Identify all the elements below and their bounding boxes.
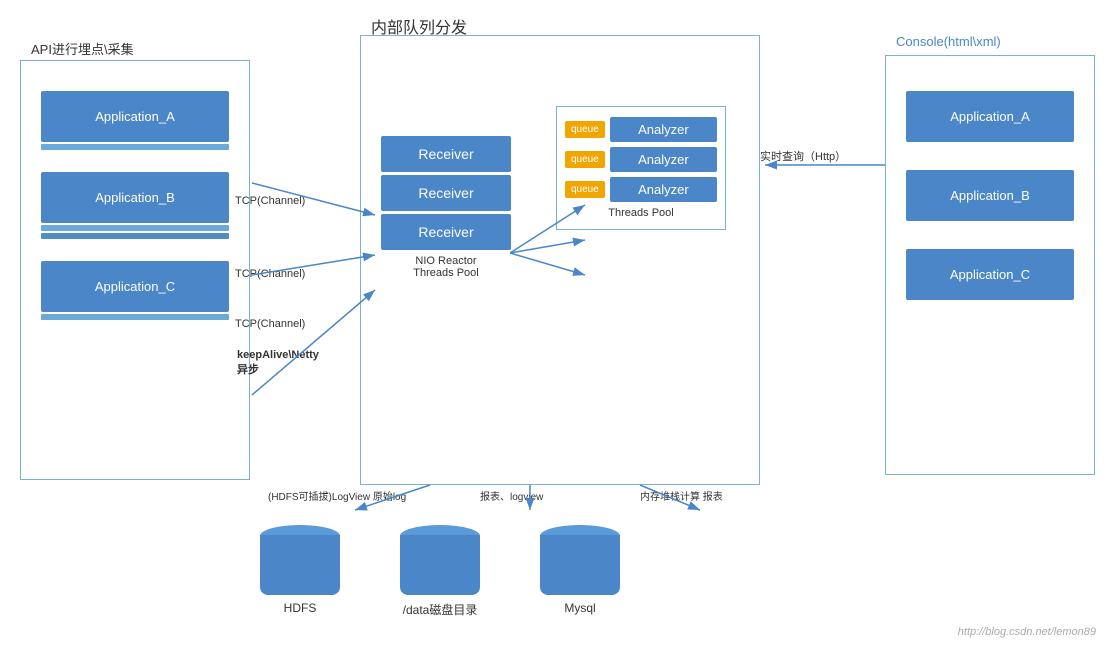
data-cylinder [400, 525, 480, 595]
data-db: /data磁盘目录 [400, 525, 480, 618]
mysql-top-label: 内存堆栈计算 报表 [640, 488, 723, 503]
receiver-2: Receiver [381, 175, 511, 211]
left-panel-title: API进行埋点\采集 [31, 39, 134, 58]
receiver-group: Receiver Receiver Receiver NIO ReactorTh… [381, 136, 511, 279]
app-c-left-bar [41, 314, 229, 320]
keepalive-label: keepAlive\Netty异步 [237, 348, 319, 379]
queue-badge-2: queue [565, 151, 605, 168]
hdfs-top-label: (HDFS可插拔)LogView 原始log [268, 488, 406, 503]
mysql-label: Mysql [564, 601, 595, 615]
middle-panel-title: 内部队列分发 [371, 14, 467, 38]
data-mid [400, 535, 480, 547]
threads-pool: queue Analyzer queue Analyzer queue Anal… [556, 106, 726, 230]
receiver-3: Receiver [381, 214, 511, 250]
realtime-label: 实时查询（Http） [760, 148, 846, 164]
hdfs-body [260, 540, 340, 595]
threads-pool-title: Threads Pool [565, 207, 717, 219]
database-section: HDFS /data磁盘目录 Mysql [260, 525, 620, 618]
analyzer-badge-2: Analyzer [610, 147, 717, 172]
app-a-left-bar [41, 144, 229, 150]
left-panel: API进行埋点\采集 Application_A Application_B A… [20, 60, 250, 480]
app-c-left: Application_C [41, 261, 229, 312]
app-b-left-bar2 [41, 233, 229, 239]
data-top-label: 报表、logview [480, 488, 543, 503]
mysql-cylinder [540, 525, 620, 595]
mysql-body [540, 540, 620, 595]
app-c-right: Application_C [906, 249, 1074, 300]
tcp2-label: TCP(Channel) [235, 268, 305, 280]
analyzer-badge-3: Analyzer [610, 177, 717, 202]
queue-badge-3: queue [565, 181, 605, 198]
analyzer-row-1: queue Analyzer [565, 117, 717, 142]
app-b-left-bar [41, 225, 229, 231]
app-b-left: Application_B [41, 172, 229, 223]
tcp1-label: TCP(Channel) [235, 195, 305, 207]
hdfs-mid [260, 535, 340, 547]
app-b-right: Application_B [906, 170, 1074, 221]
data-body [400, 540, 480, 595]
app-a-right: Application_A [906, 91, 1074, 142]
data-label: /data磁盘目录 [403, 601, 478, 618]
right-panel-title: Console(html\xml) [896, 34, 1001, 49]
hdfs-db: HDFS [260, 525, 340, 618]
queue-badge-1: queue [565, 121, 605, 138]
mysql-mid [540, 535, 620, 547]
hdfs-label: HDFS [284, 601, 317, 615]
analyzer-row-3: queue Analyzer [565, 177, 717, 202]
middle-panel: 内部队列分发 Receiver Receiver Receiver NIO Re… [360, 35, 760, 485]
analyzer-row-2: queue Analyzer [565, 147, 717, 172]
diagram: API进行埋点\采集 Application_A Application_B A… [0, 0, 1111, 648]
right-panel: Console(html\xml) Application_A Applicat… [885, 55, 1095, 475]
receiver-subtitle: NIO ReactorThreads Pool [381, 255, 511, 279]
hdfs-cylinder [260, 525, 340, 595]
watermark: http://blog.csdn.net/lemon89 [958, 626, 1096, 638]
tcp3-label: TCP(Channel) [235, 318, 305, 330]
receiver-1: Receiver [381, 136, 511, 172]
app-a-left: Application_A [41, 91, 229, 142]
analyzer-badge-1: Analyzer [610, 117, 717, 142]
mysql-db: Mysql [540, 525, 620, 618]
